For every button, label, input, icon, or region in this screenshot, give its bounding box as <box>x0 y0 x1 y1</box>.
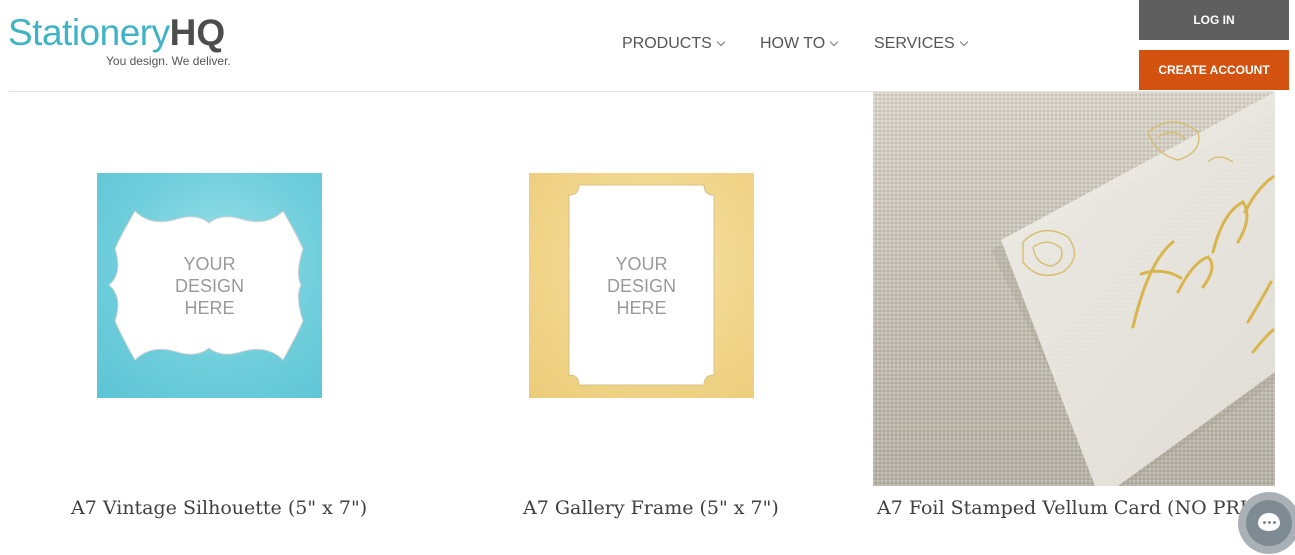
product-image-gallery-frame[interactable]: YOUR DESIGN HERE <box>529 173 754 398</box>
chat-dot <box>1273 521 1276 524</box>
nav-how-to-label: HOW TO <box>760 35 826 52</box>
chat-bubble-icon <box>1258 513 1280 531</box>
product-image-vintage-silhouette[interactable]: YOUR DESIGN HERE <box>97 173 322 398</box>
linen-vellum-photo <box>873 92 1275 486</box>
site-header: StationeryHQ You design. We deliver. PRO… <box>0 0 1295 92</box>
placeholder-line: YOUR <box>615 254 668 274</box>
chevron-down-icon <box>959 37 968 47</box>
chat-launcher-inner <box>1246 500 1292 546</box>
placeholder-line: HERE <box>616 298 667 318</box>
chat-dot <box>1268 521 1271 524</box>
product-image-foil-vellum[interactable] <box>873 92 1275 486</box>
nav-services-label: SERVICES <box>874 35 955 52</box>
product-title-gallery-frame[interactable]: A7 Gallery Frame (5" x 7") <box>523 497 779 519</box>
logo-tagline: You design. We deliver. <box>106 54 231 68</box>
placeholder-line: DESIGN <box>174 276 244 296</box>
logo[interactable]: StationeryHQ You design. We deliver. <box>8 10 258 72</box>
design-placeholder: YOUR DESIGN HERE <box>97 253 322 319</box>
nav-how-to[interactable]: HOW TO <box>760 35 839 55</box>
nav-products-label: PRODUCTS <box>622 35 712 52</box>
placeholder-line: HERE <box>184 298 235 318</box>
product-title-vintage-silhouette[interactable]: A7 Vintage Silhouette (5" x 7") <box>71 497 367 519</box>
design-placeholder: YOUR DESIGN HERE <box>529 253 754 319</box>
logo-word-hq: HQ <box>169 12 226 53</box>
placeholder-line: YOUR <box>183 254 236 274</box>
placeholder-line: DESIGN <box>606 276 676 296</box>
logo-wordmark: StationeryHQ <box>8 10 225 56</box>
create-account-button[interactable]: CREATE ACCOUNT <box>1139 50 1289 90</box>
product-title-foil-vellum[interactable]: A7 Foil Stamped Vellum Card (NO PRINTING… <box>877 497 1295 519</box>
nav-services[interactable]: SERVICES <box>874 35 968 55</box>
logo-word-stationery: Stationery <box>8 12 170 53</box>
chevron-down-icon <box>829 37 839 47</box>
nav-products[interactable]: PRODUCTS <box>622 35 726 55</box>
login-button[interactable]: LOG IN <box>1139 0 1289 40</box>
chat-launcher-button[interactable] <box>1238 492 1295 554</box>
chat-dot <box>1263 521 1266 524</box>
chevron-down-icon <box>716 37 726 47</box>
